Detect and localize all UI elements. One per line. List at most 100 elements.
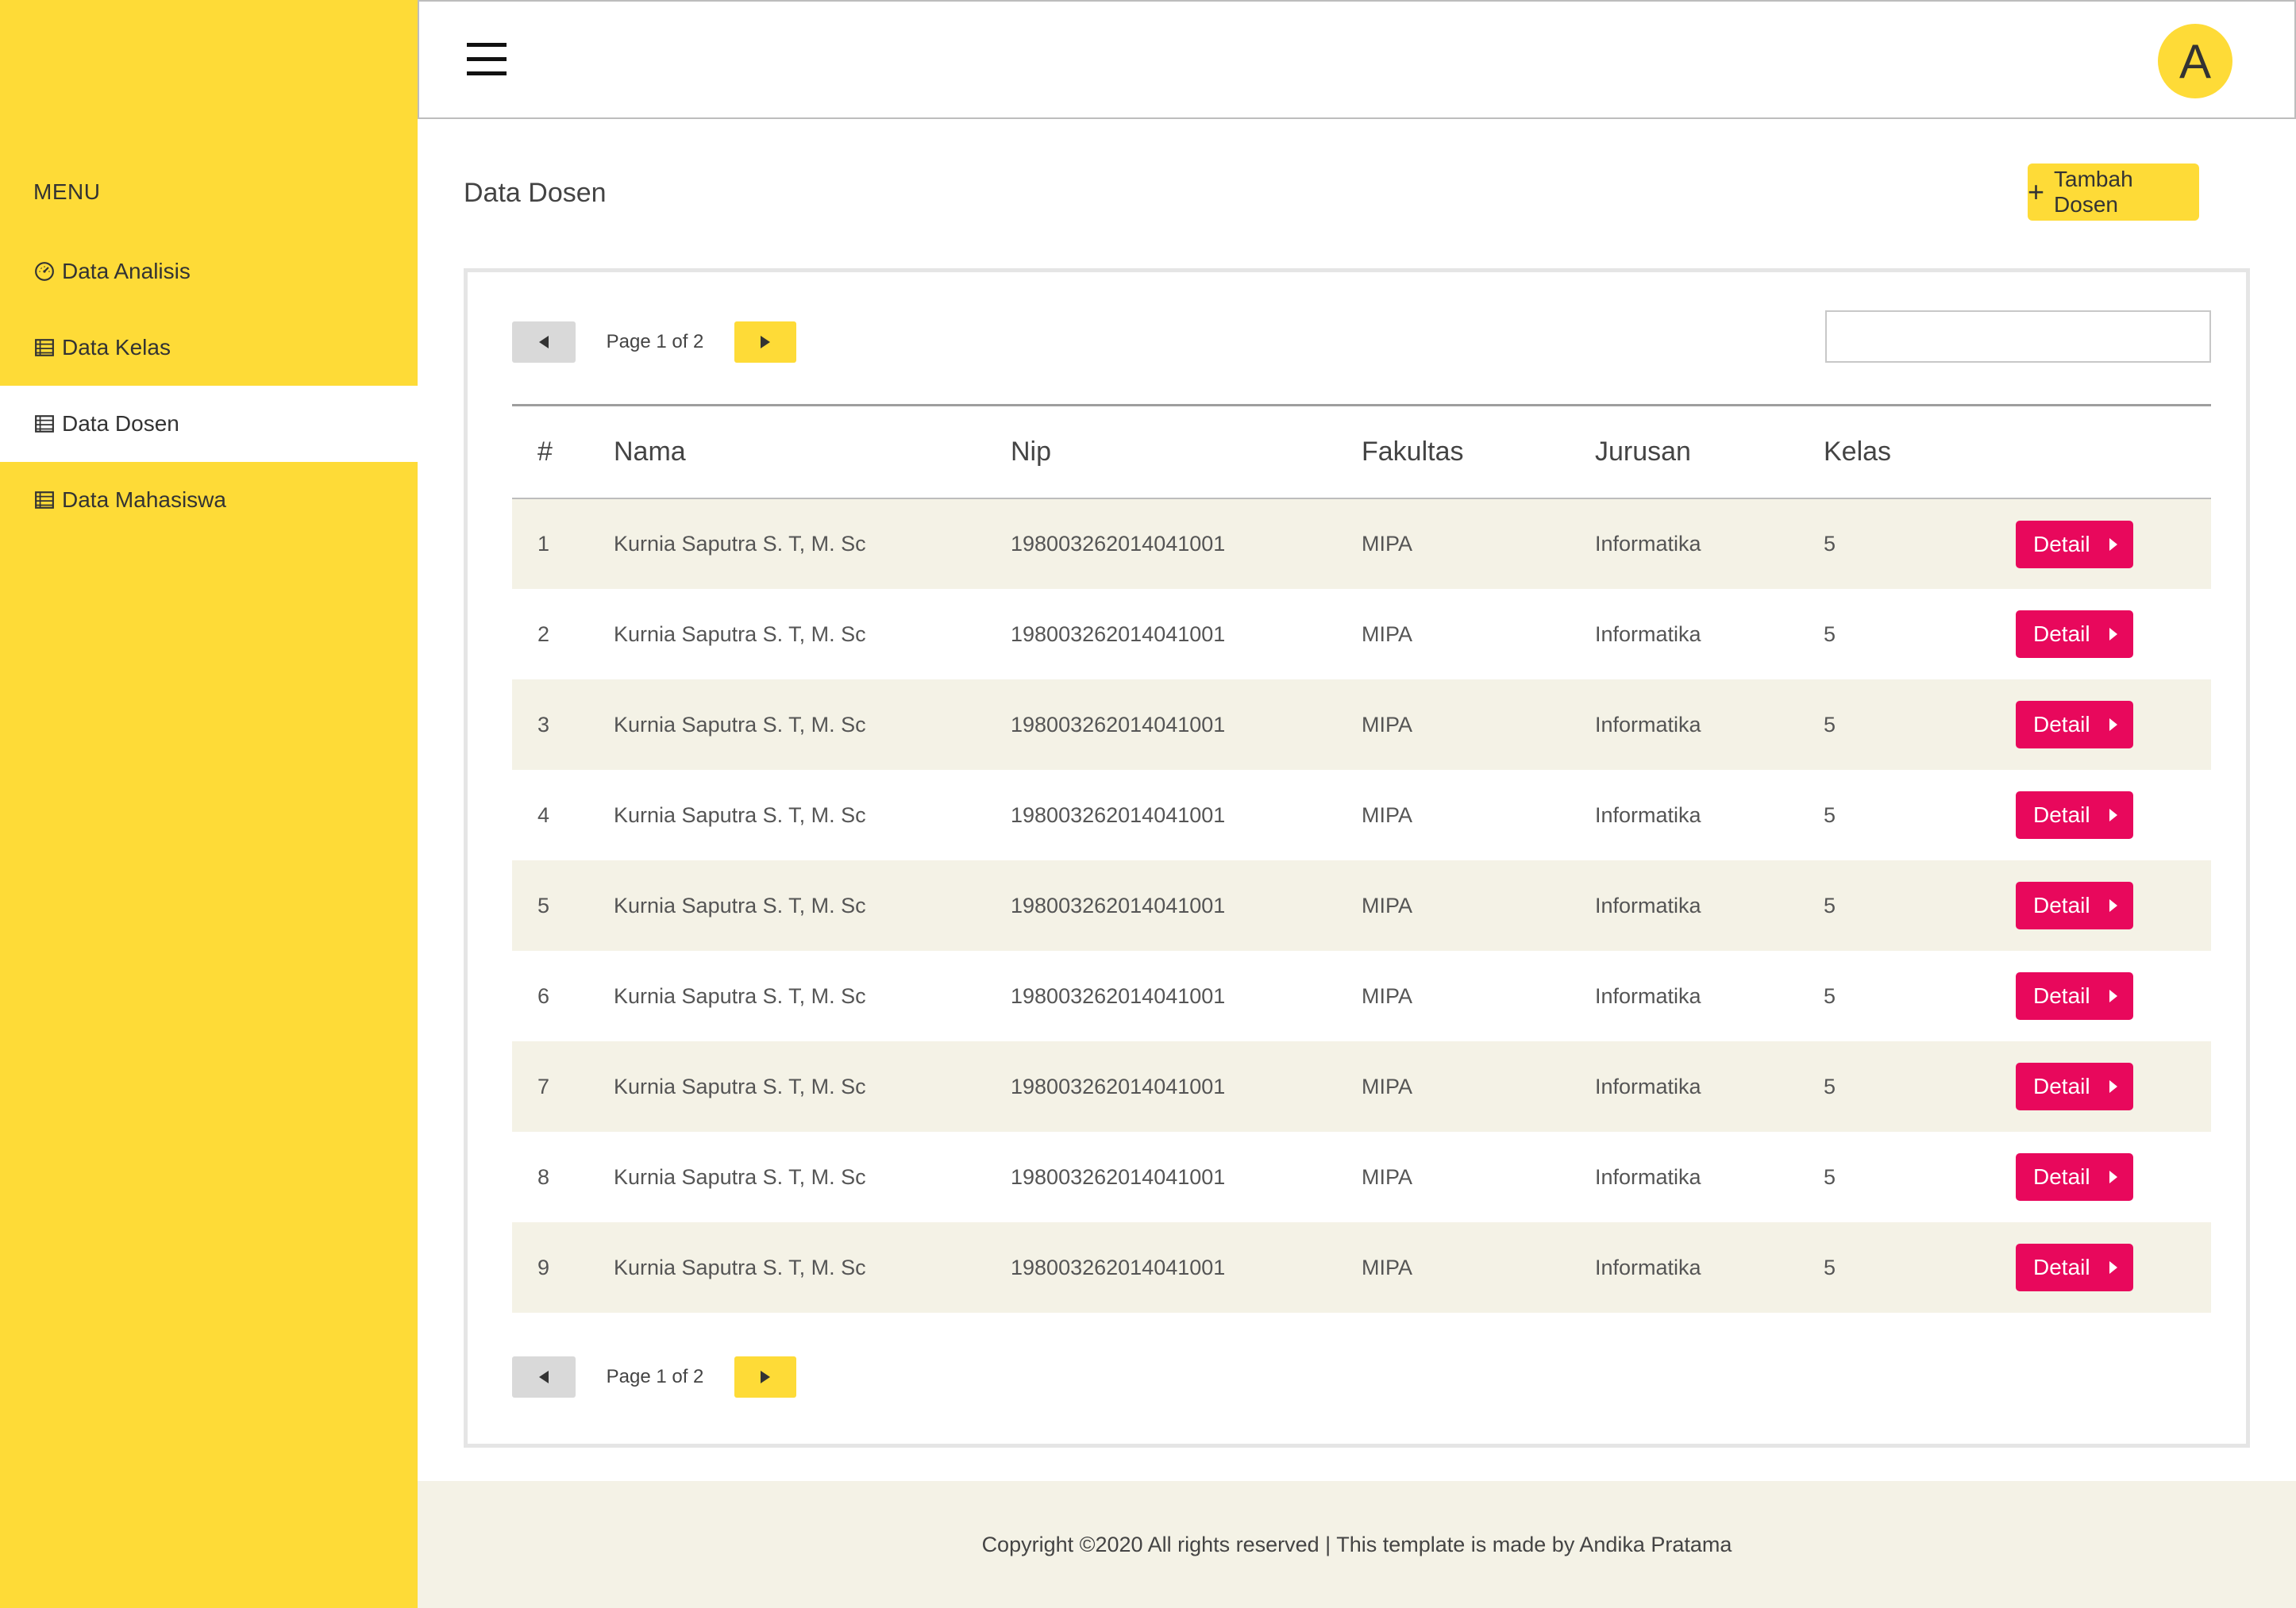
detail-button[interactable]: Detail	[2016, 791, 2133, 839]
detail-button[interactable]: Detail	[2016, 701, 2133, 748]
sidebar: MENU Data Analisis Data Kelas Data Dosen…	[0, 0, 418, 1608]
dashboard-icon	[33, 260, 56, 283]
table-row: 4 Kurnia Saputra S. T, M. Sc 19800326201…	[512, 770, 2211, 860]
column-header: Jurusan	[1595, 406, 1824, 499]
table-icon	[33, 413, 56, 435]
prev-page-button[interactable]	[512, 1356, 576, 1398]
sidebar-item-label: Data Mahasiswa	[62, 487, 226, 512]
detail-label: Detail	[2033, 712, 2090, 737]
cell-jurusan: Informatika	[1595, 802, 1701, 827]
cell-fakultas: MIPA	[1362, 802, 1413, 827]
search-input[interactable]	[1825, 310, 2211, 363]
cell-no: 4	[537, 802, 550, 827]
sidebar-item-data-analisis[interactable]: Data Analisis	[0, 233, 418, 310]
footer-copyright: Copyright ©2020 All rights reserved | Th…	[981, 1532, 1732, 1556]
cell-kelas: 5	[1824, 1041, 2016, 1132]
table-header-row: # Nama Nip Fakultas Jurusan Kelas	[512, 406, 2211, 499]
add-dosen-label: Tambah Dosen	[2054, 167, 2133, 217]
cell-no: 2	[537, 621, 550, 646]
cell-fakultas: MIPA	[1362, 983, 1413, 1008]
avatar[interactable]: A	[2158, 24, 2232, 98]
detail-button[interactable]: Detail	[2016, 520, 2133, 568]
table-icon	[33, 489, 56, 511]
cell-kelas: 5	[1824, 983, 1836, 1008]
cell-nama: Kurnia Saputra S. T, M. Sc	[614, 860, 1011, 951]
cell-no: 3	[512, 679, 614, 770]
hamburger-icon[interactable]	[467, 43, 507, 83]
cell-kelas: 5	[1824, 860, 2016, 951]
cell-nip: 198003262014041001	[1011, 679, 1362, 770]
table-row: 1 Kurnia Saputra S. T, M. Sc 19800326201…	[512, 498, 2211, 589]
cell-jurusan: Informatika	[1595, 1222, 1824, 1313]
cell-nama: Kurnia Saputra S. T, M. Sc	[614, 621, 866, 646]
page-title: Data Dosen	[464, 178, 607, 208]
detail-button[interactable]: Detail	[2016, 1153, 2133, 1201]
cell-jurusan: Informatika	[1595, 621, 1701, 646]
table-row: 9 Kurnia Saputra S. T, M. Sc 19800326201…	[512, 1222, 2211, 1313]
cell-kelas: 5	[1824, 679, 2016, 770]
cell-fakultas: MIPA	[1362, 1041, 1595, 1132]
cell-jurusan: Informatika	[1595, 1164, 1701, 1189]
caret-right-icon	[2109, 990, 2117, 1002]
cell-kelas: 5	[1824, 498, 2016, 589]
cell-nama: Kurnia Saputra S. T, M. Sc	[614, 498, 1011, 589]
caret-right-icon	[2109, 1261, 2117, 1274]
column-header: Kelas	[1824, 406, 2016, 499]
detail-label: Detail	[2033, 802, 2090, 827]
cell-nip: 198003262014041001	[1011, 860, 1362, 951]
caret-right-icon	[2109, 628, 2117, 641]
cell-jurusan: Informatika	[1595, 860, 1824, 951]
next-page-button[interactable]	[734, 321, 796, 363]
detail-button[interactable]: Detail	[2016, 1244, 2133, 1291]
plus-icon: +	[2028, 175, 2045, 208]
detail-label: Detail	[2033, 983, 2090, 1008]
cell-no: 7	[512, 1041, 614, 1132]
sidebar-item-data-dosen[interactable]: Data Dosen	[0, 386, 418, 462]
chevron-left-icon	[539, 336, 549, 348]
cell-kelas: 5	[1824, 621, 1836, 646]
detail-button[interactable]: Detail	[2016, 882, 2133, 929]
detail-button[interactable]: Detail	[2016, 1063, 2133, 1110]
cell-fakultas: MIPA	[1362, 498, 1595, 589]
sidebar-menu-title: MENU	[33, 179, 101, 204]
next-page-button[interactable]	[734, 1356, 796, 1398]
detail-label: Detail	[2033, 1255, 2090, 1279]
cell-no: 9	[512, 1222, 614, 1313]
sidebar-item-data-kelas[interactable]: Data Kelas	[0, 310, 418, 386]
cell-nama: Kurnia Saputra S. T, M. Sc	[614, 1164, 866, 1189]
sidebar-item-data-mahasiswa[interactable]: Data Mahasiswa	[0, 462, 418, 538]
sidebar-item-label: Data Dosen	[62, 411, 179, 436]
data-card: Page 1 of 2 # Nama Nip Fakultas Jurusan …	[464, 268, 2250, 1448]
cell-kelas: 5	[1824, 1164, 1836, 1189]
pager-top: Page 1 of 2	[512, 321, 796, 363]
cell-nip: 198003262014041001	[1011, 621, 1226, 646]
cell-jurusan: Informatika	[1595, 983, 1701, 1008]
caret-right-icon	[2109, 1171, 2117, 1183]
table-icon	[33, 337, 56, 359]
chevron-right-icon	[761, 336, 770, 348]
cell-fakultas: MIPA	[1362, 1164, 1413, 1189]
prev-page-button[interactable]	[512, 321, 576, 363]
column-header-action	[2016, 406, 2211, 499]
sidebar-item-label: Data Analisis	[62, 259, 191, 283]
cell-nama: Kurnia Saputra S. T, M. Sc	[614, 1222, 1011, 1313]
cell-kelas: 5	[1824, 802, 1836, 827]
cell-no: 8	[537, 1164, 550, 1189]
detail-label: Detail	[2033, 1074, 2090, 1098]
cell-nip: 198003262014041001	[1011, 1041, 1362, 1132]
cell-nama: Kurnia Saputra S. T, M. Sc	[614, 802, 866, 827]
caret-right-icon	[2109, 537, 2117, 551]
detail-button[interactable]: Detail	[2016, 972, 2133, 1020]
table-row: 3 Kurnia Saputra S. T, M. Sc 19800326201…	[512, 679, 2211, 770]
dosen-table: # Nama Nip Fakultas Jurusan Kelas 1 Kurn…	[512, 404, 2211, 1313]
page-info: Page 1 of 2	[606, 1366, 704, 1387]
table-row: 7 Kurnia Saputra S. T, M. Sc 19800326201…	[512, 1041, 2211, 1132]
chevron-left-icon	[539, 1371, 549, 1383]
cell-fakultas: MIPA	[1362, 679, 1595, 770]
cell-nip: 198003262014041001	[1011, 498, 1362, 589]
cell-nip: 198003262014041001	[1011, 983, 1226, 1008]
column-header: Nama	[614, 406, 1011, 499]
add-dosen-button[interactable]: + Tambah Dosen	[2028, 163, 2199, 221]
detail-button[interactable]: Detail	[2016, 610, 2133, 658]
caret-right-icon	[2109, 809, 2117, 821]
